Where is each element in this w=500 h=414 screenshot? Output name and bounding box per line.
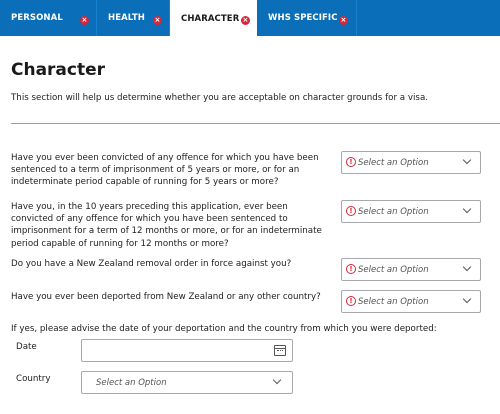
select-placeholder: Select an Option xyxy=(358,265,429,275)
page-intro: This section will help us determine whet… xyxy=(11,93,429,103)
close-icon[interactable]: × xyxy=(153,16,162,25)
select-placeholder: Select an Option xyxy=(358,207,429,217)
question-convicted-5-years: Have you ever been convicted of any offe… xyxy=(11,153,319,188)
tab-health[interactable]: HEALTH × xyxy=(97,0,170,36)
close-icon[interactable]: × xyxy=(339,16,348,25)
tab-label: CHARACTER xyxy=(181,14,240,24)
deportation-prompt: If yes, please advise the date of your d… xyxy=(11,324,437,334)
select-removal-order[interactable]: ! Select an Option xyxy=(341,258,481,281)
section-divider xyxy=(11,123,500,124)
warning-icon: ! xyxy=(346,157,356,167)
select-placeholder: Select an Option xyxy=(96,378,167,388)
chevron-down-icon xyxy=(272,375,282,385)
select-convicted-12-months[interactable]: ! Select an Option xyxy=(341,200,481,223)
tab-character[interactable]: CHARACTER × xyxy=(170,0,257,38)
warning-icon: ! xyxy=(346,206,356,216)
country-label: Country xyxy=(16,374,51,384)
warning-icon: ! xyxy=(346,264,356,274)
date-label: Date xyxy=(16,342,37,352)
tab-label: HEALTH xyxy=(108,13,146,23)
select-deported[interactable]: ! Select an Option xyxy=(341,290,481,313)
tab-label: WHS SPECIFIC xyxy=(268,13,338,23)
date-field[interactable] xyxy=(81,339,293,362)
tab-label: PERSONAL xyxy=(11,13,63,23)
chevron-down-icon xyxy=(462,204,472,214)
select-convicted-5-years[interactable]: ! Select an Option xyxy=(341,151,481,174)
tab-bar: PERSONAL × HEALTH × CHARACTER × WHS SPEC… xyxy=(0,0,500,38)
tab-personal[interactable]: PERSONAL × xyxy=(0,0,97,36)
select-placeholder: Select an Option xyxy=(358,158,429,168)
question-deported: Have you ever been deported from New Zea… xyxy=(11,292,321,302)
chevron-down-icon xyxy=(462,262,472,272)
page-title: Character xyxy=(11,60,106,80)
close-icon[interactable]: × xyxy=(80,16,89,25)
calendar-icon[interactable] xyxy=(274,345,286,356)
chevron-down-icon xyxy=(462,155,472,165)
question-convicted-12-months: Have you, in the 10 years preceding this… xyxy=(11,202,322,249)
question-removal-order: Do you have a New Zealand removal order … xyxy=(11,259,292,269)
tab-whs-specific[interactable]: WHS SPECIFIC × xyxy=(257,0,357,36)
chevron-down-icon xyxy=(462,294,472,304)
select-placeholder: Select an Option xyxy=(358,297,429,307)
country-select[interactable]: Select an Option xyxy=(81,371,293,394)
close-icon[interactable]: × xyxy=(241,16,250,25)
warning-icon: ! xyxy=(346,296,356,306)
